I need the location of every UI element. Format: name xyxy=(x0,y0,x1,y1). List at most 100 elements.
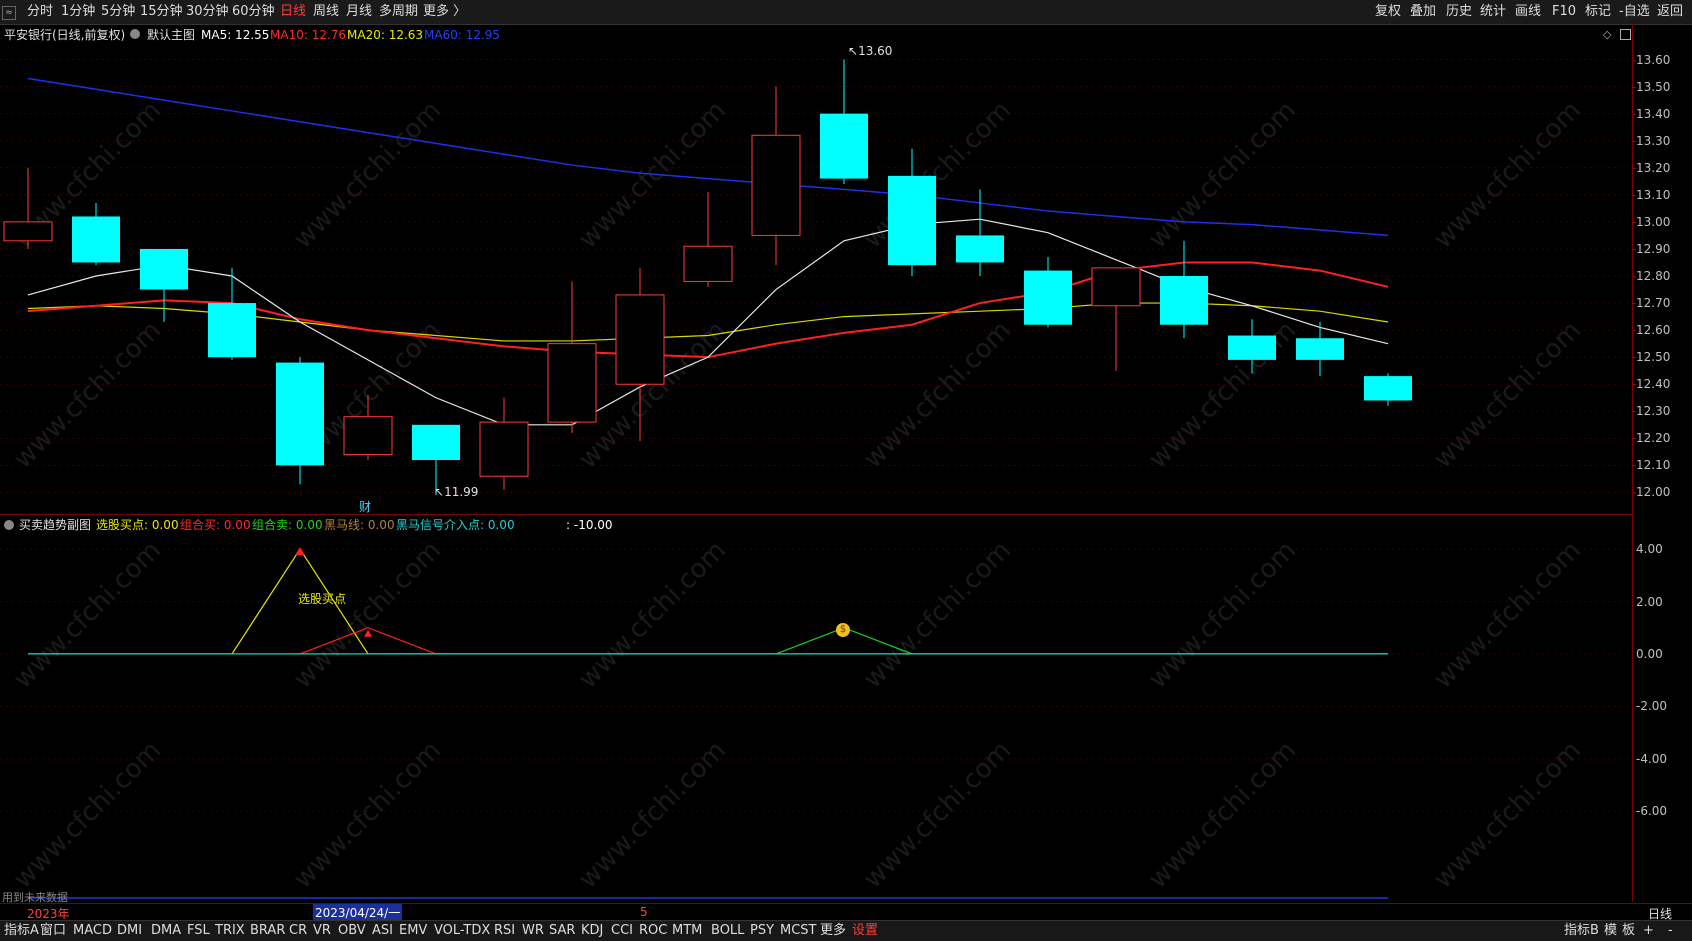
candle-body-up xyxy=(1091,267,1141,307)
sub-chart-title[interactable]: 买卖趋势副图 xyxy=(19,517,91,533)
stock-title[interactable]: 平安银行(日线,前复权) xyxy=(4,27,125,43)
candle-body-down xyxy=(208,303,256,358)
tab-mtm[interactable]: MTM xyxy=(672,923,702,939)
sub-indicator-lines xyxy=(0,547,1632,899)
candle-body-up xyxy=(343,416,393,456)
tab-trix[interactable]: TRIX xyxy=(215,923,245,939)
sub-axis-tick: 2.00 xyxy=(1636,594,1663,609)
tab-boll[interactable]: BOLL xyxy=(711,923,744,939)
diamond-icon[interactable]: ◇ xyxy=(1603,28,1611,41)
low-price-value: 11.99 xyxy=(444,485,479,499)
combo-sell-label: 组合卖: 0.00 xyxy=(252,518,323,532)
sub-toggle-icon[interactable] xyxy=(4,520,14,530)
tab-vr[interactable]: VR xyxy=(313,923,331,939)
price-tick: 12.90 xyxy=(1636,241,1671,256)
tab-indicator-b[interactable]: 指标B xyxy=(1564,923,1599,939)
price-tick-mark xyxy=(1632,438,1636,440)
tab-sar[interactable]: SAR xyxy=(549,923,575,939)
price-tick-mark xyxy=(1632,276,1636,277)
sub-axis-tick: -2.00 xyxy=(1636,699,1668,714)
sub-axis-tick: 4.00 xyxy=(1636,542,1663,557)
candle-body-down xyxy=(1228,335,1276,360)
tab-brar[interactable]: BRAR xyxy=(250,923,285,939)
tab-macd[interactable]: MACD xyxy=(73,923,112,939)
zoom-out-button[interactable]: - xyxy=(1668,923,1673,939)
zoom-in-button[interactable]: + xyxy=(1643,923,1654,939)
sub-axis-tick: 0.00 xyxy=(1636,646,1663,661)
high-price-label: ↖13.60 xyxy=(848,44,893,58)
window-icon[interactable] xyxy=(1620,29,1631,40)
candle-body-down xyxy=(1296,338,1344,360)
select-buy-annotation: 选股买点 xyxy=(298,592,347,606)
price-tick-mark xyxy=(1632,492,1636,494)
candle-body-down xyxy=(1364,376,1412,401)
buy-arrow-icon xyxy=(295,547,305,556)
candle-body-down xyxy=(820,113,868,179)
price-tick-mark xyxy=(1632,330,1636,332)
price-tick-mark xyxy=(1632,465,1636,467)
tab-emv[interactable]: EMV xyxy=(399,923,427,939)
price-tick-mark xyxy=(1632,167,1636,169)
price-tick: 12.70 xyxy=(1636,296,1671,311)
sub-axis-tick: -6.00 xyxy=(1636,804,1668,819)
price-tick: 13.10 xyxy=(1636,187,1671,202)
price-tick: 12.20 xyxy=(1636,431,1671,446)
price-tick: 12.50 xyxy=(1636,350,1671,365)
price-tick: 12.00 xyxy=(1636,485,1671,500)
price-tick: 12.10 xyxy=(1636,458,1671,473)
high-price-value: 13.60 xyxy=(858,44,893,58)
price-tick-mark xyxy=(1632,140,1636,142)
tab-obv[interactable]: OBV xyxy=(338,923,366,939)
candle-body-up xyxy=(479,421,529,477)
month-mark: 5 xyxy=(640,905,648,919)
settings-toggle-icon[interactable] xyxy=(130,29,140,39)
candle-body-down xyxy=(888,175,936,266)
financial-marker[interactable]: 财 xyxy=(359,498,371,515)
ma5-label: MA5: 12.55 xyxy=(201,28,270,42)
tab-dma[interactable]: DMA xyxy=(151,923,181,939)
price-tick-mark xyxy=(1632,113,1636,115)
tab-mcst[interactable]: MCST xyxy=(780,923,817,939)
candle-body-down xyxy=(276,362,324,466)
combo-buy-label: 组合买: 0.00 xyxy=(180,518,251,532)
sub-axis-tick: -4.00 xyxy=(1636,751,1668,766)
price-tick-mark xyxy=(1632,303,1636,305)
tab-asi[interactable]: ASI xyxy=(372,923,393,939)
candle-body-up xyxy=(547,343,597,423)
tab-wr[interactable]: WR xyxy=(522,923,544,939)
tab-roc[interactable]: ROC xyxy=(639,923,667,939)
candle-body-down xyxy=(956,235,1004,263)
price-tick: 12.60 xyxy=(1636,323,1671,338)
candle-body-down xyxy=(140,248,188,290)
cursor-date: 2023/04/24/一 xyxy=(313,904,403,921)
candlesticks xyxy=(3,59,1412,496)
price-tick: 13.40 xyxy=(1636,106,1671,121)
low-price-label: ↖11.99 xyxy=(434,485,479,499)
tab-fsl[interactable]: FSL xyxy=(187,923,210,939)
tab-vol-tdx[interactable]: VOL-TDX xyxy=(434,923,490,939)
candle-body-down xyxy=(1160,276,1208,325)
price-tick-mark xyxy=(1632,248,1636,250)
price-tick: 13.30 xyxy=(1636,133,1671,148)
extra-value-label: : -10.00 xyxy=(566,518,613,532)
kline-chart[interactable] xyxy=(0,0,1692,940)
tab-cci[interactable]: CCI xyxy=(611,923,633,939)
tab-cr[interactable]: CR xyxy=(289,923,307,939)
tab-board[interactable]: 板 xyxy=(1622,923,1635,939)
tab-rsi[interactable]: RSI xyxy=(494,923,515,939)
tab-kdj[interactable]: KDJ xyxy=(581,923,603,939)
tab-template[interactable]: 模 xyxy=(1604,923,1617,939)
select-buy-label: 选股买点: 0.00 xyxy=(96,518,179,532)
tab-settings[interactable]: 设置 xyxy=(852,923,878,939)
grid-lines xyxy=(0,59,1632,493)
tab-psy[interactable]: PSY xyxy=(750,923,774,939)
time-axis: 2023年 2023/04/24/一 5 日线 xyxy=(0,903,1692,921)
price-tick-mark xyxy=(1632,384,1636,386)
price-tick-mark xyxy=(1632,194,1636,196)
candle-body-up xyxy=(751,134,801,236)
tab-dmi[interactable]: DMI xyxy=(117,923,142,939)
tab-window[interactable]: 窗口 xyxy=(40,923,66,939)
template-label[interactable]: 默认主图 xyxy=(147,27,195,43)
tab-indicator-a[interactable]: 指标A xyxy=(4,923,39,939)
tab-more[interactable]: 更多 xyxy=(820,923,846,939)
